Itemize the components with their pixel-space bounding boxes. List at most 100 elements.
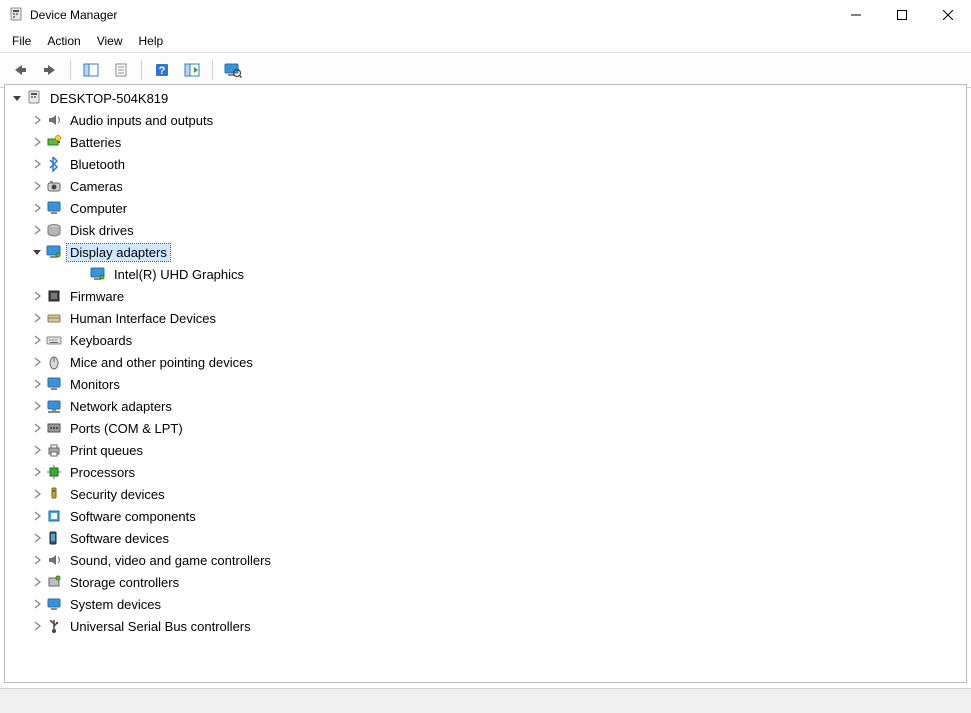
tree-category[interactable]: Ports (COM & LPT) — [5, 417, 966, 439]
tree-category[interactable]: Audio inputs and outputs — [5, 109, 966, 131]
chevron-right-icon[interactable] — [29, 596, 45, 612]
tree-category-label: Human Interface Devices — [67, 310, 219, 327]
tree-category[interactable]: Disk drives — [5, 219, 966, 241]
tree-root[interactable]: DESKTOP-504K819 — [5, 87, 966, 109]
device-tree[interactable]: DESKTOP-504K819 Audio inputs and outputs B… — [4, 84, 967, 683]
statusbar — [0, 688, 971, 713]
tree-category-label: Universal Serial Bus controllers — [67, 618, 254, 635]
tree-category[interactable]: Software components — [5, 505, 966, 527]
chevron-right-icon[interactable] — [29, 156, 45, 172]
tree-category[interactable]: Software devices — [5, 527, 966, 549]
bluetooth-icon — [45, 155, 63, 173]
tree-category[interactable]: Storage controllers — [5, 571, 966, 593]
computer-icon — [25, 89, 43, 107]
maximize-button[interactable] — [879, 0, 925, 30]
tree-category[interactable]: Batteries — [5, 131, 966, 153]
properties-button[interactable] — [107, 57, 135, 83]
tree-category[interactable]: Display adapters — [5, 241, 966, 263]
chevron-right-icon[interactable] — [29, 222, 45, 238]
chevron-right-icon[interactable] — [29, 618, 45, 634]
ports-icon — [45, 419, 63, 437]
monitor-icon — [45, 375, 63, 393]
tree-category-label: Firmware — [67, 288, 127, 305]
chevron-right-icon[interactable] — [29, 530, 45, 546]
menu-view[interactable]: View — [89, 32, 131, 50]
tree-category[interactable]: Human Interface Devices — [5, 307, 966, 329]
tree-category[interactable]: Mice and other pointing devices — [5, 351, 966, 373]
tree-category-label: System devices — [67, 596, 164, 613]
chevron-right-icon[interactable] — [29, 310, 45, 326]
chevron-right-icon[interactable] — [29, 178, 45, 194]
chevron-right-icon[interactable] — [29, 354, 45, 370]
printer-icon — [45, 441, 63, 459]
forward-icon — [42, 63, 58, 77]
tree-category[interactable]: Sound, video and game controllers — [5, 549, 966, 571]
forward-button[interactable] — [36, 57, 64, 83]
help-button[interactable]: ? — [148, 57, 176, 83]
system-icon — [45, 595, 63, 613]
cpu-icon — [45, 463, 63, 481]
minimize-button[interactable] — [833, 0, 879, 30]
tree-category[interactable]: Firmware — [5, 285, 966, 307]
chevron-down-icon[interactable] — [29, 244, 45, 260]
tree-category[interactable]: Security devices — [5, 483, 966, 505]
audio-icon — [45, 551, 63, 569]
chevron-right-icon[interactable] — [29, 442, 45, 458]
action-button[interactable] — [178, 57, 206, 83]
tree-category-label: Mice and other pointing devices — [67, 354, 256, 371]
toolbar-separator — [212, 60, 213, 80]
toolbar-separator — [70, 60, 71, 80]
show-hide-tree-button[interactable] — [77, 57, 105, 83]
tree-root-label: DESKTOP-504K819 — [47, 90, 171, 107]
scan-hardware-icon — [224, 62, 242, 78]
back-button[interactable] — [6, 57, 34, 83]
tree-category[interactable]: Universal Serial Bus controllers — [5, 615, 966, 637]
chevron-right-icon[interactable] — [29, 398, 45, 414]
tree-category-label: Disk drives — [67, 222, 137, 239]
menubar: File Action View Help — [0, 30, 971, 53]
chevron-right-icon[interactable] — [29, 200, 45, 216]
tree-category-label: Software devices — [67, 530, 172, 547]
menu-file[interactable]: File — [4, 32, 39, 50]
tree-category[interactable]: Network adapters — [5, 395, 966, 417]
tree-category[interactable]: System devices — [5, 593, 966, 615]
chevron-right-icon[interactable] — [29, 486, 45, 502]
chevron-right-icon[interactable] — [29, 288, 45, 304]
tree-category[interactable]: Print queues — [5, 439, 966, 461]
chevron-right-icon[interactable] — [29, 332, 45, 348]
tree-device[interactable]: Intel(R) UHD Graphics — [5, 263, 966, 285]
tree-category[interactable]: Bluetooth — [5, 153, 966, 175]
tree-category-label: Audio inputs and outputs — [67, 112, 216, 129]
tree-spacer — [73, 266, 89, 282]
tree-category-label: Storage controllers — [67, 574, 182, 591]
chevron-right-icon[interactable] — [29, 112, 45, 128]
usb-icon — [45, 617, 63, 635]
chevron-right-icon[interactable] — [29, 508, 45, 524]
tree-category-label: Ports (COM & LPT) — [67, 420, 186, 437]
menu-action[interactable]: Action — [39, 32, 88, 50]
chevron-right-icon[interactable] — [29, 464, 45, 480]
tree-category-label: Bluetooth — [67, 156, 128, 173]
chevron-right-icon[interactable] — [29, 134, 45, 150]
chevron-right-icon[interactable] — [29, 552, 45, 568]
camera-icon — [45, 177, 63, 195]
softcomp-icon — [45, 507, 63, 525]
tree-category-label: Network adapters — [67, 398, 175, 415]
tree-category[interactable]: Computer — [5, 197, 966, 219]
chevron-down-icon[interactable] — [9, 90, 25, 106]
menu-help[interactable]: Help — [131, 32, 172, 50]
scan-hardware-button[interactable] — [219, 57, 247, 83]
security-icon — [45, 485, 63, 503]
tree-category-label: Monitors — [67, 376, 123, 393]
close-button[interactable] — [925, 0, 971, 30]
tree-category[interactable]: Processors — [5, 461, 966, 483]
tree-category[interactable]: Keyboards — [5, 329, 966, 351]
display-icon — [89, 265, 107, 283]
tree-category[interactable]: Monitors — [5, 373, 966, 395]
disk-icon — [45, 221, 63, 239]
tree-category[interactable]: Cameras — [5, 175, 966, 197]
chevron-right-icon[interactable] — [29, 376, 45, 392]
chevron-right-icon[interactable] — [29, 574, 45, 590]
properties-icon — [113, 62, 129, 78]
chevron-right-icon[interactable] — [29, 420, 45, 436]
